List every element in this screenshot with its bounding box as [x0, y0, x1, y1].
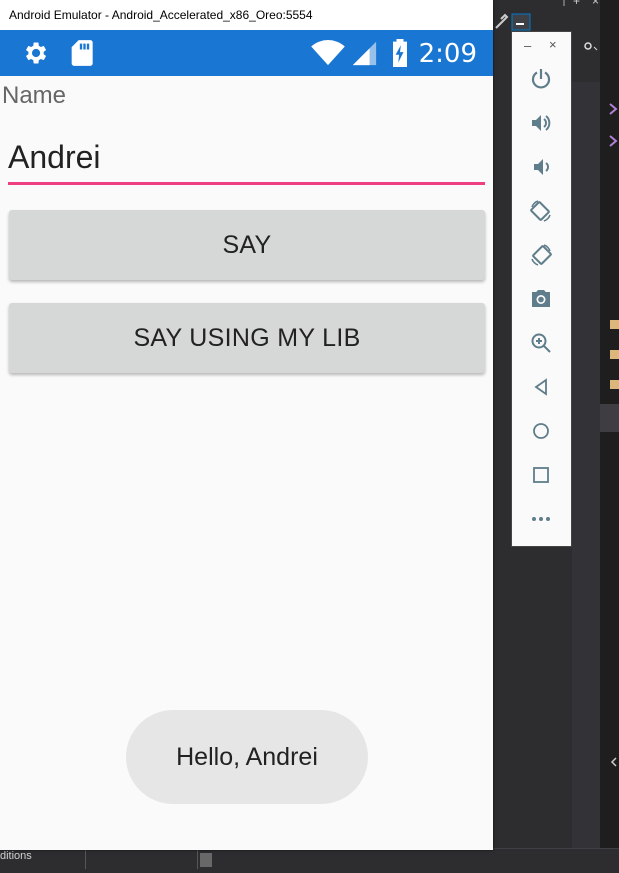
battery-charging-icon — [393, 39, 407, 67]
close-button[interactable]: × — [549, 37, 557, 52]
volume-down-icon[interactable] — [529, 155, 553, 179]
back-icon[interactable] — [529, 375, 553, 399]
name-input-underline — [8, 182, 485, 185]
say-button[interactable]: SAY — [9, 210, 485, 280]
svg-text:+: + — [573, 0, 580, 8]
ide-bottom-bar — [0, 848, 619, 870]
ide-bottom-separator — [197, 850, 198, 869]
rotate-left-icon[interactable] — [529, 199, 553, 223]
ide-scroll-button[interactable] — [200, 853, 212, 867]
emulator-toolbar: – × — [511, 31, 572, 547]
ide-panel-column — [572, 82, 600, 869]
sd-card-icon — [71, 40, 93, 66]
name-input[interactable] — [8, 132, 485, 182]
status-time: 2:09 — [418, 39, 477, 69]
minimize-button[interactable]: – — [524, 38, 531, 53]
name-label: Name — [2, 82, 67, 109]
android-status-bar: 2:09 — [0, 30, 493, 76]
ide-side-strip — [600, 0, 619, 869]
rotate-right-icon[interactable] — [529, 243, 553, 267]
emulator-window: Android Emulator - Android_Accelerated_x… — [0, 0, 493, 850]
app-content: Name SAY SAY USING MY LIB Hello, Andrei — [0, 76, 493, 850]
emulator-titlebar[interactable]: Android Emulator - Android_Accelerated_x… — [0, 0, 493, 30]
home-icon[interactable] — [529, 419, 553, 443]
zoom-icon[interactable] — [529, 331, 553, 355]
svg-text:×: × — [592, 0, 599, 8]
power-icon[interactable] — [529, 67, 553, 91]
settings-icon — [26, 42, 47, 64]
ide-side-glyphs — [609, 103, 619, 767]
volume-up-icon[interactable] — [529, 111, 553, 135]
ide-highlight-row — [600, 404, 619, 432]
wifi-icon — [311, 40, 345, 66]
window-title: Android Emulator - Android_Accelerated_x… — [9, 8, 313, 22]
say-using-my-lib-button[interactable]: SAY USING MY LIB — [9, 303, 485, 373]
overview-icon[interactable] — [529, 463, 553, 487]
toast-message: Hello, Andrei — [126, 710, 368, 804]
more-icon[interactable] — [529, 507, 553, 531]
camera-icon[interactable] — [529, 287, 553, 311]
ide-bottom-separator — [85, 850, 86, 869]
ide-bottom-tab[interactable]: ditions — [0, 850, 32, 862]
signal-icon — [352, 41, 377, 66]
